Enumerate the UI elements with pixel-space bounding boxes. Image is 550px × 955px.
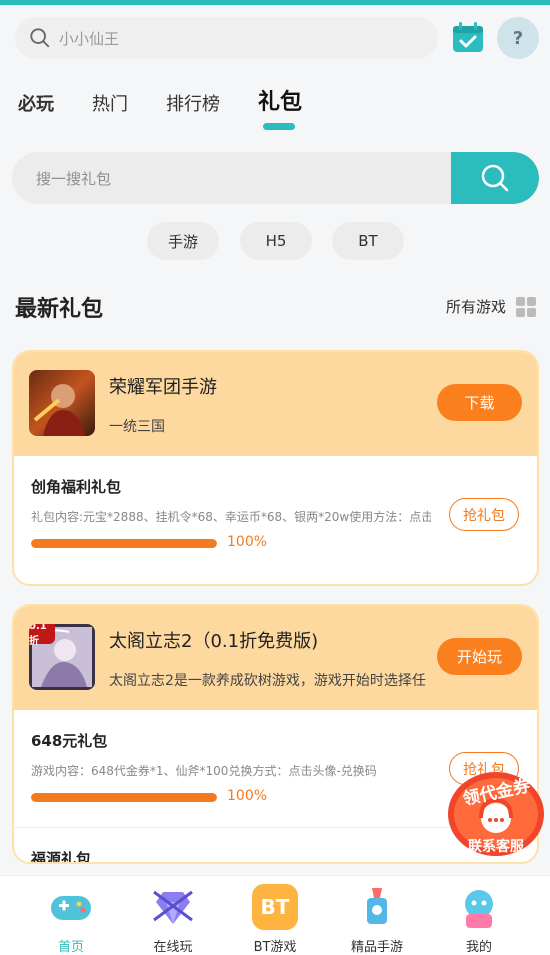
- discount-badge: 0.1折: [29, 624, 55, 647]
- nav-label: BT游戏: [253, 940, 297, 955]
- filter-h5[interactable]: H5: [240, 222, 312, 260]
- avatar[interactable]: ?: [497, 17, 539, 59]
- nav-premium-games[interactable]: 精品手游: [332, 884, 422, 955]
- top-accent-bar: [0, 0, 550, 5]
- gift-search-button[interactable]: [451, 152, 539, 204]
- game-header[interactable]: 0.1折 太阁立志2（0.1折免费版) 太阁立志2是一款养成砍树游戏，游戏开始时…: [14, 606, 537, 710]
- search-bar[interactable]: 小小仙王: [15, 17, 438, 59]
- nav-label: 我的: [465, 940, 492, 955]
- avatar-question-icon: ?: [512, 27, 524, 49]
- gift-name: 福源礼包: [31, 850, 92, 864]
- customer-service-badge[interactable]: 领代金券 联系客服: [445, 768, 547, 860]
- game-name: 太阁立志2（0.1折免费版): [109, 631, 319, 652]
- gift-description: 礼包内容:元宝*2888、挂机令*68、幸运币*68、银两*20w使用方法：点击: [31, 510, 431, 524]
- gift-progress-bar: [31, 793, 217, 802]
- grid-icon: [516, 296, 536, 317]
- tab-ranking[interactable]: 排行榜: [166, 90, 220, 116]
- active-tab-indicator: [263, 123, 295, 130]
- game-name: 荣耀军团手游: [109, 377, 217, 398]
- bt-icon: BT: [252, 884, 298, 930]
- diamond-icon: [150, 884, 196, 930]
- grab-gift-button[interactable]: 抢礼包: [449, 498, 519, 531]
- game-subtitle: 一统三国: [109, 419, 165, 435]
- gift-search-input[interactable]: 搜一搜礼包: [36, 168, 111, 189]
- all-games-label: 所有游戏: [445, 298, 506, 316]
- gift-progress-text: 100%: [227, 534, 268, 550]
- tab-gift[interactable]: 礼包: [258, 84, 302, 116]
- top-tabs: 必玩 热门 排行榜 礼包: [18, 84, 340, 116]
- gift-progress-text: 100%: [227, 788, 268, 804]
- section-title: 最新礼包: [15, 297, 104, 322]
- game-icon: 0.1折: [29, 624, 95, 690]
- filter-mobile[interactable]: 手游: [147, 222, 219, 260]
- badge-bottom-text: 联系客服: [468, 839, 524, 855]
- search-placeholder: 小小仙王: [59, 29, 120, 48]
- gift-search-bar[interactable]: 搜一搜礼包: [12, 152, 539, 204]
- start-play-button[interactable]: 开始玩: [437, 638, 522, 675]
- gamepad-icon: [48, 884, 94, 930]
- gift-item: 创角福利礼包 礼包内容:元宝*2888、挂机令*68、幸运币*68、银两*20w…: [14, 456, 537, 574]
- nav-mine[interactable]: 我的: [434, 884, 524, 955]
- all-games-link[interactable]: 所有游戏: [446, 296, 536, 317]
- nav-label: 在线玩: [153, 940, 193, 955]
- robot-avatar-icon: [456, 884, 502, 930]
- filter-bt[interactable]: BT: [332, 222, 404, 260]
- gift-name: 648元礼包: [31, 732, 108, 750]
- bottom-nav: 首页 在线玩 BT BT游戏 精品手游 我的: [0, 875, 550, 955]
- gift-description: 游戏内容：648代金券*1、仙斧*100兑换方式：点击头像-兑换码: [31, 764, 377, 778]
- trophy-icon: [354, 884, 400, 930]
- gift-card: 荣耀军团手游 一统三国 下载 创角福利礼包 礼包内容:元宝*2888、挂机令*6…: [12, 350, 539, 586]
- nav-label: 精品手游: [350, 940, 403, 955]
- search-icon: [481, 164, 509, 192]
- nav-online-play[interactable]: 在线玩: [128, 884, 218, 955]
- gift-progress-bar: [31, 539, 217, 548]
- nav-home[interactable]: 首页: [26, 884, 116, 955]
- game-header[interactable]: 荣耀军团手游 一统三国 下载: [14, 352, 537, 456]
- search-icon: [30, 28, 50, 48]
- game-icon: [29, 370, 95, 436]
- tab-must-play[interactable]: 必玩: [18, 90, 54, 116]
- gift-name: 创角福利礼包: [31, 478, 122, 496]
- tab-hot[interactable]: 热门: [92, 90, 128, 116]
- download-button[interactable]: 下载: [437, 384, 522, 421]
- game-subtitle: 太阁立志2是一款养成砍树游戏，游戏开始时选择任: [109, 673, 426, 689]
- nav-bt-games[interactable]: BT BT游戏: [230, 884, 320, 955]
- calendar-check-icon[interactable]: [450, 20, 486, 56]
- nav-label: 首页: [57, 940, 84, 955]
